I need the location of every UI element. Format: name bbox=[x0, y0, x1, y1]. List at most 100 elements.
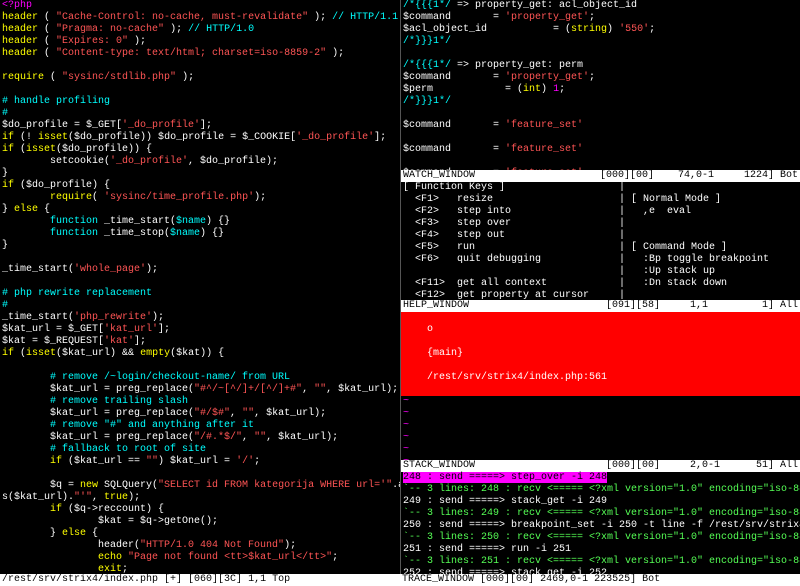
stack-title: STACK_WINDOW bbox=[403, 460, 475, 472]
watch-line: <F12> get property at cursor | bbox=[401, 290, 800, 300]
code-line: # bbox=[0, 300, 400, 312]
watch-line: <F5> run | [ Command Mode ] bbox=[401, 242, 800, 254]
code-line: $command = 'feature_set' bbox=[401, 144, 800, 156]
trace-line: 248 : send =====> step_over -i 248 bbox=[401, 472, 800, 484]
help-pos: [091][58] 1,1 1] All bbox=[606, 300, 798, 312]
code-line: $perm = (int) 1; bbox=[401, 84, 800, 96]
code-line: } bbox=[0, 240, 400, 252]
code-line: $command = 'feature_set' bbox=[401, 120, 800, 132]
code-line: /*{{{1*/ => property_get: acl_object_id bbox=[401, 0, 800, 12]
empty-line-tilde: ~ bbox=[401, 408, 800, 420]
code-line bbox=[401, 156, 800, 168]
code-line: # bbox=[0, 108, 400, 120]
trace-line: `-- 3 lines: 249 : recv <===== <?xml ver… bbox=[401, 508, 800, 520]
code-line bbox=[0, 84, 400, 96]
status-pos: 1,1 bbox=[248, 574, 266, 585]
code-line: function _time_stop($name) {} bbox=[0, 228, 400, 240]
code-line: if (! isset($do_profile)) $do_profile = … bbox=[0, 132, 400, 144]
code-line: if ($q->reccount) { bbox=[0, 504, 400, 516]
watch-line: <F4> step out | bbox=[401, 230, 800, 242]
status-flags: [060][3C] bbox=[188, 574, 242, 585]
empty-line-tilde: ~ bbox=[401, 396, 800, 408]
status-bar-left: /rest/srv/strix4/index.php [+] [060][3C]… bbox=[0, 574, 400, 586]
code-line: $kat_url = preg_replace("#^/~[^/]+/[^/]+… bbox=[0, 384, 400, 396]
code-line: $kat_url = $_GET['kat_url']; bbox=[0, 324, 400, 336]
code-line bbox=[0, 60, 400, 72]
code-line bbox=[401, 108, 800, 120]
help-window[interactable]: HELP_WINDOW [091][58] 1,1 1] All o {main… bbox=[400, 300, 800, 460]
code-line: /*{{{1*/ => property_get: perm bbox=[401, 60, 800, 72]
empty-line-tilde: ~ bbox=[401, 444, 800, 456]
watch-line: <F6> quit debugging | :Bp toggle breakpo… bbox=[401, 254, 800, 266]
source-code-pane[interactable]: <?phpheader ( "Cache-Control: no-cache, … bbox=[0, 0, 400, 574]
code-line bbox=[0, 360, 400, 372]
empty-line-tilde: ~ bbox=[401, 432, 800, 444]
code-line: $kat = $q->getOne(); bbox=[0, 516, 400, 528]
code-line: if (isset($kat_url) && empty($kat)) { bbox=[0, 348, 400, 360]
watch-title: WATCH_WINDOW bbox=[403, 170, 475, 182]
help-title: HELP_WINDOW bbox=[403, 300, 469, 312]
frame-file: /rest/srv/strix4/index.php:561 bbox=[427, 372, 607, 383]
code-line bbox=[0, 252, 400, 264]
code-line bbox=[401, 48, 800, 60]
code-line: # remove trailing slash bbox=[0, 396, 400, 408]
trace-line: `-- 3 lines: 248 : recv <===== <?xml ver… bbox=[401, 484, 800, 496]
code-line: /*}}}1*/ bbox=[401, 36, 800, 48]
code-line: s($kat_url)."'", true); bbox=[0, 492, 400, 504]
watch-line: <F3> step over | bbox=[401, 218, 800, 230]
code-line: _time_start('php_rewrite'); bbox=[0, 312, 400, 324]
code-line: $command = 'property_get'; bbox=[401, 72, 800, 84]
code-line: if ($do_profile) { bbox=[0, 180, 400, 192]
trace-pos: 2469,0-1 bbox=[540, 574, 588, 585]
code-line: header ( "Content-type: text/html; chars… bbox=[0, 48, 400, 60]
code-line: $kat_url = preg_replace("#/$#", "", $kat… bbox=[0, 408, 400, 420]
frame-mark: o bbox=[427, 324, 433, 335]
code-line: require ( "sysinc/stdlib.php" ); bbox=[0, 72, 400, 84]
code-line: function _time_start($name) {} bbox=[0, 216, 400, 228]
code-line: /*}}}1*/ bbox=[401, 96, 800, 108]
trace-line: 250 : send =====> breakpoint_set -i 250 … bbox=[401, 520, 800, 532]
stack-pos: [000][00] 2,0-1 51] All bbox=[606, 460, 798, 472]
code-line: header ( "Cache-Control: no-cache, must-… bbox=[0, 12, 400, 24]
code-line: $kat_url = preg_replace("/#.*$/", "", $k… bbox=[0, 432, 400, 444]
empty-line-tilde: ~ bbox=[401, 420, 800, 432]
trace-pct: 223525] Bot bbox=[594, 574, 660, 585]
watch-pos: [000][00] 74,0-1 1224] Bot bbox=[600, 170, 798, 182]
watch-titlebar: WATCH_WINDOW [000][00] 74,0-1 1224] Bot bbox=[401, 170, 800, 182]
code-line: $q = new SQLQuery("SELECT id FROM katego… bbox=[0, 480, 400, 492]
watch-line: <F1> resize | [ Normal Mode ] bbox=[401, 194, 800, 206]
code-line: # remove "#" and anything after it bbox=[0, 420, 400, 432]
eval-pane[interactable]: /*{{{1*/ => property_get: acl_object_id$… bbox=[400, 0, 800, 170]
code-line: header ( "Expires: 0" ); bbox=[0, 36, 400, 48]
code-line: if ($kat_url == "") $kat_url = '/'; bbox=[0, 456, 400, 468]
watch-window[interactable]: WATCH_WINDOW [000][00] 74,0-1 1224] Bot … bbox=[400, 170, 800, 300]
code-line: } bbox=[0, 168, 400, 180]
code-line: $do_profile = $_GET['_do_profile']; bbox=[0, 120, 400, 132]
watch-line: [ Function Keys ] | bbox=[401, 182, 800, 194]
help-titlebar: HELP_WINDOW [091][58] 1,1 1] All bbox=[401, 300, 800, 312]
trace-line: 251 : send =====> run -i 251 bbox=[401, 544, 800, 556]
code-line: $kat = $_REQUEST['kat']; bbox=[0, 336, 400, 348]
stack-window[interactable]: STACK_WINDOW [000][00] 2,0-1 51] All 248… bbox=[400, 460, 800, 574]
watch-line: <F2> step into | ,e eval bbox=[401, 206, 800, 218]
code-line: # remove /~login/checkout-name/ from URL bbox=[0, 372, 400, 384]
code-line: $acl_object_id = (string) '550'; bbox=[401, 24, 800, 36]
trace-line: `-- 3 lines: 250 : recv <===== <?xml ver… bbox=[401, 532, 800, 544]
trace-flags: [000][00] bbox=[480, 574, 534, 585]
code-line: <?php bbox=[0, 0, 400, 12]
watch-line: | :Up stack up bbox=[401, 266, 800, 278]
status-file: /rest/srv/strix4/index.php [+] bbox=[2, 574, 182, 585]
current-frame-line: o {main} /rest/srv/strix4/index.php:561 bbox=[401, 312, 800, 396]
trace-line: 249 : send =====> stack_get -i 249 bbox=[401, 496, 800, 508]
code-line: _time_start('whole_page'); bbox=[0, 264, 400, 276]
code-line: $command = 'property_get'; bbox=[401, 12, 800, 24]
code-line: header ( "Pragma: no-cache" ); // HTTP/1… bbox=[0, 24, 400, 36]
code-line: header("HTTP/1.0 404 Not Found"); bbox=[0, 540, 400, 552]
code-line: require( 'sysinc/time_profile.php'); bbox=[0, 192, 400, 204]
code-line: echo "Page not found <tt>$kat_url</tt>"; bbox=[0, 552, 400, 564]
frame-label: {main} bbox=[427, 348, 463, 359]
code-line: if (isset($do_profile)) { bbox=[0, 144, 400, 156]
watch-line: <F11> get all context | :Dn stack down bbox=[401, 278, 800, 290]
status-bar-right: TRACE_WINDOW [000][00] 2469,0-1 223525] … bbox=[400, 574, 800, 586]
code-line: # fallback to root of site bbox=[0, 444, 400, 456]
